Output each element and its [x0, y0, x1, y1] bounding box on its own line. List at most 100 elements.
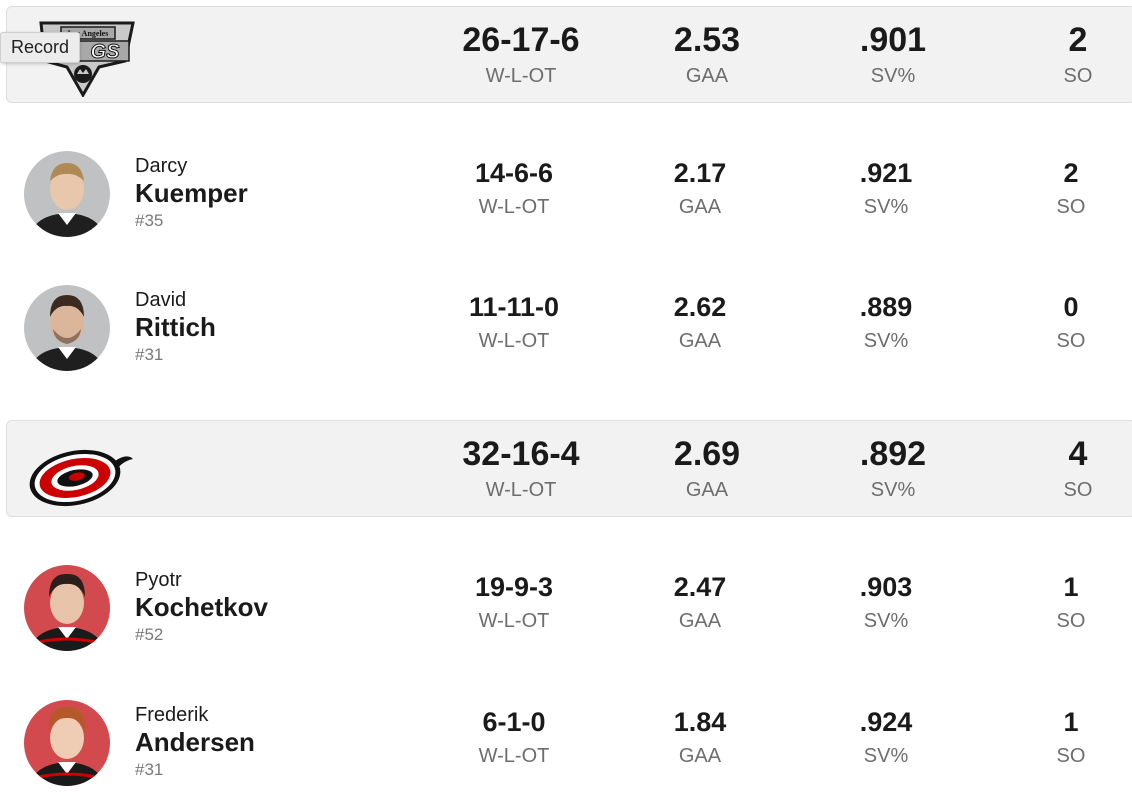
team-so-label: SO	[1063, 479, 1093, 501]
goalie-sv: .903 SV%	[796, 572, 976, 632]
player-name: David Rittich #31	[135, 288, 216, 366]
team-sv-label: SV%	[870, 65, 916, 87]
player-last-name[interactable]: Kochetkov	[135, 592, 268, 622]
goalie-record-label: W-L-OT	[478, 610, 550, 632]
goalie-gaa-value: 2.62	[673, 292, 727, 322]
team-record-value: 32-16-4	[462, 435, 580, 473]
team-gaa-label: GAA	[685, 65, 729, 87]
player-last-name[interactable]: Kuemper	[135, 178, 248, 208]
goalie-sv-value: .889	[859, 292, 913, 322]
goalie-record-label: W-L-OT	[478, 745, 550, 767]
goalie-record-value: 14-6-6	[474, 158, 554, 188]
goalie-record-value: 6-1-0	[482, 707, 546, 737]
player-avatar[interactable]	[24, 285, 110, 371]
goalie-sv-value: .903	[859, 572, 913, 602]
goalie-record: 14-6-6 W-L-OT	[424, 158, 604, 218]
team-so-label: SO	[1063, 65, 1093, 87]
kings-logo-wordmark: GS	[91, 41, 121, 63]
player-first-name: Pyotr	[135, 569, 182, 591]
team-sv: .901 SV%	[803, 23, 983, 86]
goalie-so-value: 1	[1063, 707, 1079, 737]
goalie-gaa: 2.47 GAA	[610, 572, 790, 632]
team-record-label: W-L-OT	[485, 65, 557, 87]
player-avatar[interactable]	[24, 565, 110, 651]
goalie-gaa-label: GAA	[678, 196, 722, 218]
goalie-so-label: SO	[1056, 196, 1086, 218]
goalie-row-rittich[interactable]: David Rittich #31 11-11-0 W-L-OT 2.62 GA…	[0, 270, 1132, 404]
team-gaa-label: GAA	[685, 479, 729, 501]
goalie-sv-value: .924	[859, 707, 913, 737]
goalie-so-label: SO	[1056, 330, 1086, 352]
goalie-so: 1 SO	[981, 707, 1132, 767]
goalie-record-value: 11-11-0	[468, 292, 560, 322]
player-avatar[interactable]	[24, 700, 110, 786]
team-gaa-value: 2.69	[673, 435, 741, 473]
goalie-sv-value: .921	[859, 158, 913, 188]
goalie-so: 2 SO	[981, 158, 1132, 218]
goalie-record: 19-9-3 W-L-OT	[424, 572, 604, 632]
goalie-record: 11-11-0 W-L-OT	[424, 292, 604, 352]
player-last-name[interactable]: Andersen	[135, 727, 255, 757]
goalie-record: 6-1-0 W-L-OT	[424, 707, 604, 767]
goalie-gaa-label: GAA	[678, 745, 722, 767]
team-record-label: W-L-OT	[485, 479, 557, 501]
goalie-sv-label: SV%	[863, 330, 909, 352]
team-gaa-value: 2.53	[673, 21, 741, 59]
goalie-sv: .921 SV%	[796, 158, 976, 218]
goalie-sv: .889 SV%	[796, 292, 976, 352]
player-name: Pyotr Kochetkov #52	[135, 568, 268, 646]
team-sv-label: SV%	[870, 479, 916, 501]
player-name: Frederik Andersen #31	[135, 703, 255, 781]
goalie-so-label: SO	[1056, 745, 1086, 767]
player-number: #31	[135, 345, 164, 364]
player-first-name: David	[135, 289, 187, 311]
goalie-gaa: 2.62 GAA	[610, 292, 790, 352]
player-avatar[interactable]	[24, 151, 110, 237]
goalie-sv-label: SV%	[863, 610, 909, 632]
goalie-row-andersen[interactable]: Frederik Andersen #31 6-1-0 W-L-OT 1.84 …	[0, 685, 1132, 800]
team-record: 32-16-4 W-L-OT	[431, 437, 611, 500]
goalie-record-label: W-L-OT	[478, 196, 550, 218]
goalie-so: 0 SO	[981, 292, 1132, 352]
team-sv: .892 SV%	[803, 437, 983, 500]
goalie-gaa-value: 2.47	[673, 572, 727, 602]
player-last-name[interactable]: Rittich	[135, 312, 216, 342]
goalie-so-value: 1	[1063, 572, 1079, 602]
hurricanes-logo-icon[interactable]	[27, 431, 139, 511]
record-tooltip: Record	[0, 32, 81, 63]
player-number: #35	[135, 211, 164, 230]
goalie-sv: .924 SV%	[796, 707, 976, 767]
player-name: Darcy Kuemper #35	[135, 154, 248, 232]
goalie-gaa-label: GAA	[678, 330, 722, 352]
player-first-name: Darcy	[135, 155, 188, 177]
team-sv-value: .892	[859, 435, 927, 473]
team-gaa: 2.69 GAA	[617, 437, 797, 500]
goalie-so: 1 SO	[981, 572, 1132, 632]
goalie-so-value: 2	[1063, 158, 1079, 188]
goalie-so-value: 0	[1063, 292, 1079, 322]
goalie-gaa-label: GAA	[678, 610, 722, 632]
goalie-gaa: 2.17 GAA	[610, 158, 790, 218]
goalie-record-value: 19-9-3	[474, 572, 554, 602]
team-so: 4 SO	[988, 437, 1132, 500]
goalie-so-label: SO	[1056, 610, 1086, 632]
team-header-kings: Los Angeles GS 26-17-6 W-L-OT 2.53 GAA .…	[6, 6, 1132, 103]
team-record: 26-17-6 W-L-OT	[431, 23, 611, 86]
team-so: 2 SO	[988, 23, 1132, 86]
team-header-hurricanes: 32-16-4 W-L-OT 2.69 GAA .892 SV% 4 SO	[6, 420, 1132, 517]
goalie-gaa-value: 2.17	[673, 158, 727, 188]
player-number: #52	[135, 625, 164, 644]
team-gaa: 2.53 GAA	[617, 23, 797, 86]
player-first-name: Frederik	[135, 704, 209, 726]
goalie-sv-label: SV%	[863, 745, 909, 767]
goalie-record-label: W-L-OT	[478, 330, 550, 352]
goalie-sv-label: SV%	[863, 196, 909, 218]
goalie-row-kochetkov[interactable]: Pyotr Kochetkov #52 19-9-3 W-L-OT 2.47 G…	[0, 550, 1132, 684]
team-so-value: 2	[1068, 21, 1088, 59]
goalie-gaa: 1.84 GAA	[610, 707, 790, 767]
goalie-row-kuemper[interactable]: Darcy Kuemper #35 14-6-6 W-L-OT 2.17 GAA…	[0, 136, 1132, 270]
goalie-gaa-value: 1.84	[673, 707, 727, 737]
team-record-value: 26-17-6	[462, 21, 580, 59]
player-number: #31	[135, 760, 164, 779]
team-so-value: 4	[1068, 435, 1088, 473]
